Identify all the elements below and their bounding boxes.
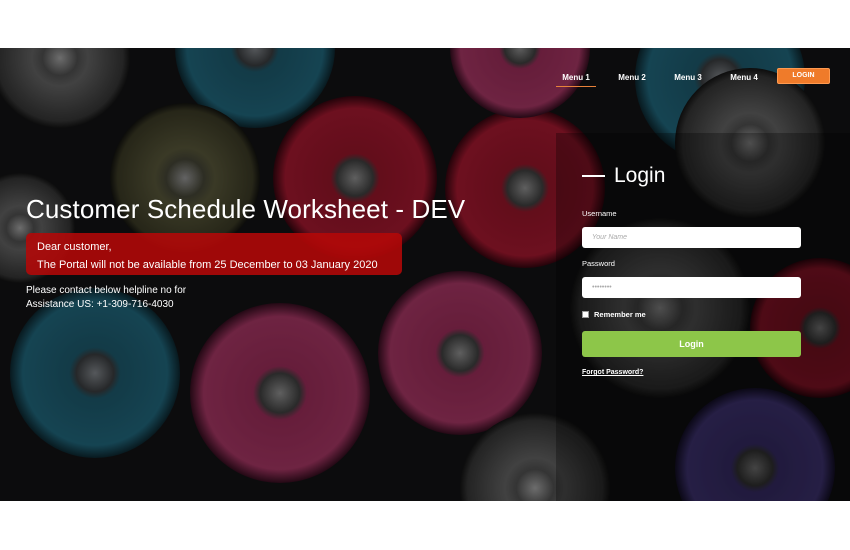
login-submit-button[interactable]: Login — [582, 331, 801, 357]
nav-item-menu-4[interactable]: Menu 4 — [716, 68, 772, 88]
page-title: Customer Schedule Worksheet - DEV — [26, 194, 466, 224]
password-label: Password — [582, 259, 615, 268]
login-title: Login — [614, 164, 666, 187]
forgot-password-link[interactable]: Forgot Password? — [582, 369, 643, 376]
remember-me-label: Remember me — [594, 310, 646, 319]
maintenance-alert: Dear customer, The Portal will not be av… — [26, 233, 402, 275]
alert-line-2: The Portal will not be available from 25… — [37, 259, 378, 271]
alert-line-1: Dear customer, — [37, 241, 112, 253]
helpline-line-2: Assistance US: +1-309-716-4030 — [26, 299, 174, 310]
nav-item-menu-2[interactable]: Menu 2 — [604, 68, 660, 88]
heading-dash — [582, 175, 605, 177]
top-nav: Menu 1 Menu 2 Menu 3 Menu 4 — [548, 68, 772, 88]
username-input[interactable] — [582, 227, 801, 248]
helpline-line-1: Please contact below helpline no for — [26, 285, 187, 296]
nav-login-button[interactable]: LOGIN — [777, 68, 830, 84]
helpline-text: Please contact below helpline no for Ass… — [26, 284, 256, 312]
nav-item-menu-1[interactable]: Menu 1 — [548, 68, 604, 88]
remember-me-checkbox[interactable] — [582, 311, 589, 318]
password-input[interactable] — [582, 277, 801, 298]
username-label: Username — [582, 209, 617, 218]
nav-item-menu-3[interactable]: Menu 3 — [660, 68, 716, 88]
login-heading: Login — [582, 164, 665, 188]
remember-me-row: Remember me — [582, 310, 646, 319]
